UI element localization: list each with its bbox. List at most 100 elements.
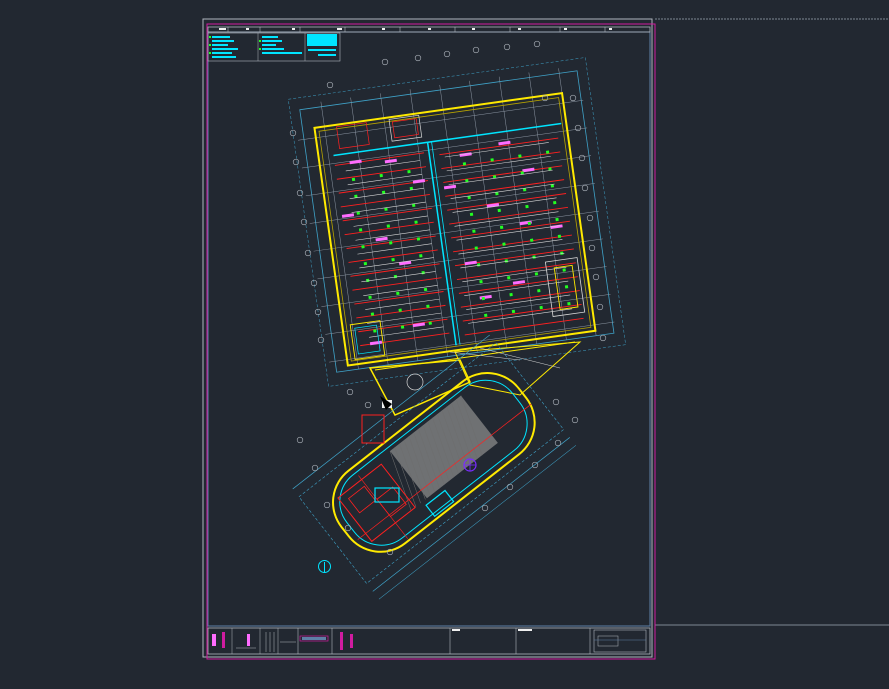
equipment-row — [452, 197, 557, 213]
axis-bubble — [296, 189, 304, 197]
sprinkler-point — [499, 225, 504, 229]
axis-bubble — [592, 273, 600, 281]
equipment-row — [460, 253, 565, 269]
sprinkler-point — [389, 241, 393, 245]
axis-bubble — [569, 94, 577, 102]
axis-bubble — [552, 398, 560, 406]
paper-frame — [206, 23, 656, 660]
sprinkler-point — [490, 158, 494, 162]
sprinkler-point — [351, 177, 356, 182]
sprinkler-point — [560, 251, 564, 255]
sprinkler-point — [358, 228, 363, 232]
sprinkler-point — [421, 270, 425, 275]
axis-bubble — [581, 184, 589, 192]
sprinkler-point — [564, 285, 569, 289]
duct-line — [340, 194, 430, 208]
axis-bubble — [292, 158, 300, 166]
axis-bubble — [296, 436, 304, 444]
sprinkler-point — [545, 150, 550, 154]
axis-bubble — [364, 401, 372, 409]
sprinkler-point — [398, 308, 402, 312]
pipe-label — [479, 294, 492, 300]
sprinkler-point — [555, 217, 559, 222]
axis-bubble — [443, 50, 451, 58]
sprinkler-point — [428, 321, 432, 325]
axis-bubble — [574, 124, 582, 132]
sprinkler-point — [391, 258, 395, 262]
sprinkler-point — [525, 204, 529, 209]
duct-line — [344, 221, 434, 236]
sprinkler-point — [484, 313, 488, 318]
sprinkler-point — [553, 200, 557, 205]
pipe-label — [369, 340, 383, 346]
sprinkler-point — [469, 212, 474, 217]
sprinkler-point — [407, 169, 411, 174]
grid-axis-line — [439, 84, 478, 353]
duct-line — [350, 263, 440, 277]
sprinkler-point — [507, 276, 511, 280]
duct-line — [334, 152, 425, 166]
sprinkler-point — [518, 154, 522, 158]
equipment-row — [444, 142, 549, 158]
sprinkler-point — [530, 238, 534, 242]
duct-line — [336, 166, 427, 180]
axis-bubble — [346, 388, 354, 396]
floor-plan[interactable] — [287, 40, 626, 600]
duct-line — [464, 317, 584, 336]
sprinkler-point — [472, 229, 476, 233]
title-block — [207, 627, 651, 655]
sprinkler-point — [532, 255, 536, 259]
legend-table — [207, 32, 341, 62]
sprinkler-point — [373, 329, 377, 333]
sprinkler-point — [416, 237, 421, 241]
equipment-row — [448, 169, 553, 186]
axis-bubble — [506, 483, 514, 491]
axis-bubble — [323, 501, 331, 509]
duct-line — [445, 179, 565, 197]
top-header-strip — [207, 26, 651, 33]
compass-icon — [318, 560, 331, 573]
sprinkler-point — [419, 254, 423, 258]
axis-bubble — [481, 504, 489, 512]
axis-bubble — [596, 303, 604, 311]
axis-bubble — [414, 54, 422, 62]
axis-bubble — [533, 40, 541, 48]
cad-canvas[interactable] — [0, 0, 889, 685]
duct-line — [456, 262, 576, 280]
sprinkler-point — [474, 246, 478, 250]
pipe-label — [384, 158, 397, 164]
duct-line — [441, 151, 561, 170]
grid-axis-line — [320, 101, 359, 370]
sprinkler-point — [534, 272, 539, 276]
axis-bubble — [344, 524, 352, 532]
sprinkler-point — [370, 312, 375, 316]
duct-line — [352, 277, 442, 291]
sprinkler-point — [400, 325, 405, 329]
sprinkler-point — [504, 259, 509, 263]
sprinkler-point — [511, 309, 516, 314]
duct-line — [452, 234, 572, 253]
pipe-label — [522, 167, 535, 173]
pipe-label — [341, 213, 355, 218]
axis-bubble — [472, 46, 480, 54]
sprinkler-point — [386, 224, 391, 228]
sprinkler-point — [557, 234, 562, 239]
axis-bubble — [578, 154, 586, 162]
axis-bubble — [311, 464, 319, 472]
axis-bubble — [554, 439, 562, 447]
cad-drawing — [202, 18, 889, 660]
sprinkler-point — [502, 242, 506, 246]
axis-bubble — [503, 43, 511, 51]
sprinkler-point — [426, 304, 430, 309]
sprinkler-point — [476, 263, 481, 267]
axis-bubble — [304, 249, 312, 257]
sprinkler-point — [361, 245, 365, 249]
sprinkler-point — [462, 162, 467, 166]
sprinkler-point — [479, 279, 483, 284]
sprinkler-point — [481, 296, 486, 301]
pipe-label — [464, 260, 477, 266]
axis-bubble — [586, 214, 594, 222]
sprinkler-point — [527, 221, 532, 226]
sprinkler-point — [396, 291, 400, 296]
axis-bubble — [571, 416, 579, 424]
